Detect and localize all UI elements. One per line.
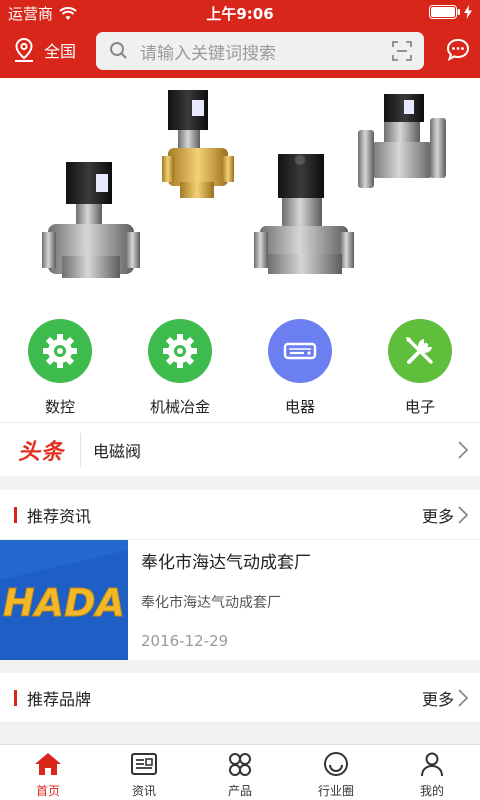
category-label: 数控	[44, 398, 75, 416]
divider	[80, 432, 82, 467]
gear-icon	[28, 319, 92, 383]
search-icon	[110, 42, 127, 59]
bottom-tab-bar: 首页 资讯 产品 行业圈 我的	[0, 744, 480, 800]
section-title: 推荐品牌	[27, 689, 92, 709]
chevron-right-icon[interactable]	[458, 505, 468, 524]
tab-label: 产品	[227, 784, 252, 798]
news-list-item[interactable]: HADA 奉化市海达气动成套厂 奉化市海达气动成套厂 2016-12-29	[0, 540, 480, 660]
tools-icon	[388, 319, 452, 383]
category-grid: 数控 机械冶金 电器 电子	[0, 304, 480, 422]
battery-indicator	[429, 5, 472, 19]
news-section-header: 推荐资讯 更多	[0, 490, 480, 540]
tab-news[interactable]: 资讯	[96, 745, 192, 800]
news-logo-text: HADA	[3, 581, 125, 625]
tab-mine[interactable]: 我的	[384, 745, 480, 800]
news-icon	[131, 753, 157, 775]
search-placeholder: 请输入关键词搜索	[140, 43, 276, 64]
brand-more-link[interactable]: 更多	[422, 686, 454, 710]
section-accent-bar	[14, 506, 17, 523]
tab-label: 首页	[35, 784, 60, 798]
location-label: 全国	[44, 42, 77, 61]
user-icon	[421, 752, 443, 777]
news-title: 奉化市海达气动成套厂	[141, 553, 311, 573]
location-selector[interactable]: 全国	[12, 37, 76, 63]
battery-icon	[429, 5, 460, 19]
chevron-right-icon	[458, 440, 468, 459]
tab-label: 我的	[419, 784, 444, 798]
brand-section-header: 推荐品牌 更多	[0, 673, 480, 723]
category-label: 电子	[404, 398, 435, 416]
news-date: 2016-12-29	[141, 632, 229, 650]
status-bar: 运营商 上午9:06	[0, 0, 480, 24]
solenoid-valves-image	[42, 90, 446, 278]
news-thumbnail: HADA	[0, 540, 128, 660]
headline-tag: 头条	[18, 439, 65, 465]
message-icon[interactable]	[446, 38, 470, 62]
headline-text: 电磁阀	[93, 441, 142, 461]
section-title: 推荐资讯	[27, 506, 92, 526]
location-pin-icon	[15, 37, 33, 62]
tab-industry-circle[interactable]: 行业圈	[288, 745, 384, 800]
top-header: 全国 请输入关键词搜索	[0, 24, 480, 78]
category-machinery-metallurgy[interactable]: 机械冶金	[120, 304, 240, 422]
news-subtitle: 奉化市海达气动成套厂	[141, 595, 281, 611]
scan-icon[interactable]	[392, 41, 412, 61]
product-banner[interactable]	[0, 78, 480, 304]
category-cnc[interactable]: 数控	[0, 304, 120, 422]
section-accent-bar	[14, 689, 17, 706]
category-electronics[interactable]: 电子	[360, 304, 480, 422]
home-icon	[35, 753, 61, 775]
news-more-link[interactable]: 更多	[422, 503, 454, 527]
grid-icon	[229, 753, 251, 776]
tab-label: 行业圈	[317, 784, 354, 798]
category-label: 电器	[284, 398, 315, 416]
tab-label: 资讯	[131, 784, 156, 798]
status-time: 上午9:06	[206, 5, 274, 23]
smile-icon	[324, 752, 348, 776]
search-bar[interactable]: 请输入关键词搜索	[96, 32, 424, 70]
category-electrical[interactable]: 电器	[240, 304, 360, 422]
router-icon	[268, 319, 332, 383]
chevron-right-icon[interactable]	[458, 688, 468, 707]
tab-products[interactable]: 产品	[192, 745, 288, 800]
category-label: 机械冶金	[149, 398, 210, 416]
charging-icon	[464, 5, 472, 19]
tab-home[interactable]: 首页	[0, 745, 96, 800]
headline-ticker[interactable]: 头条 电磁阀	[0, 422, 480, 476]
gear-icon	[148, 319, 212, 383]
